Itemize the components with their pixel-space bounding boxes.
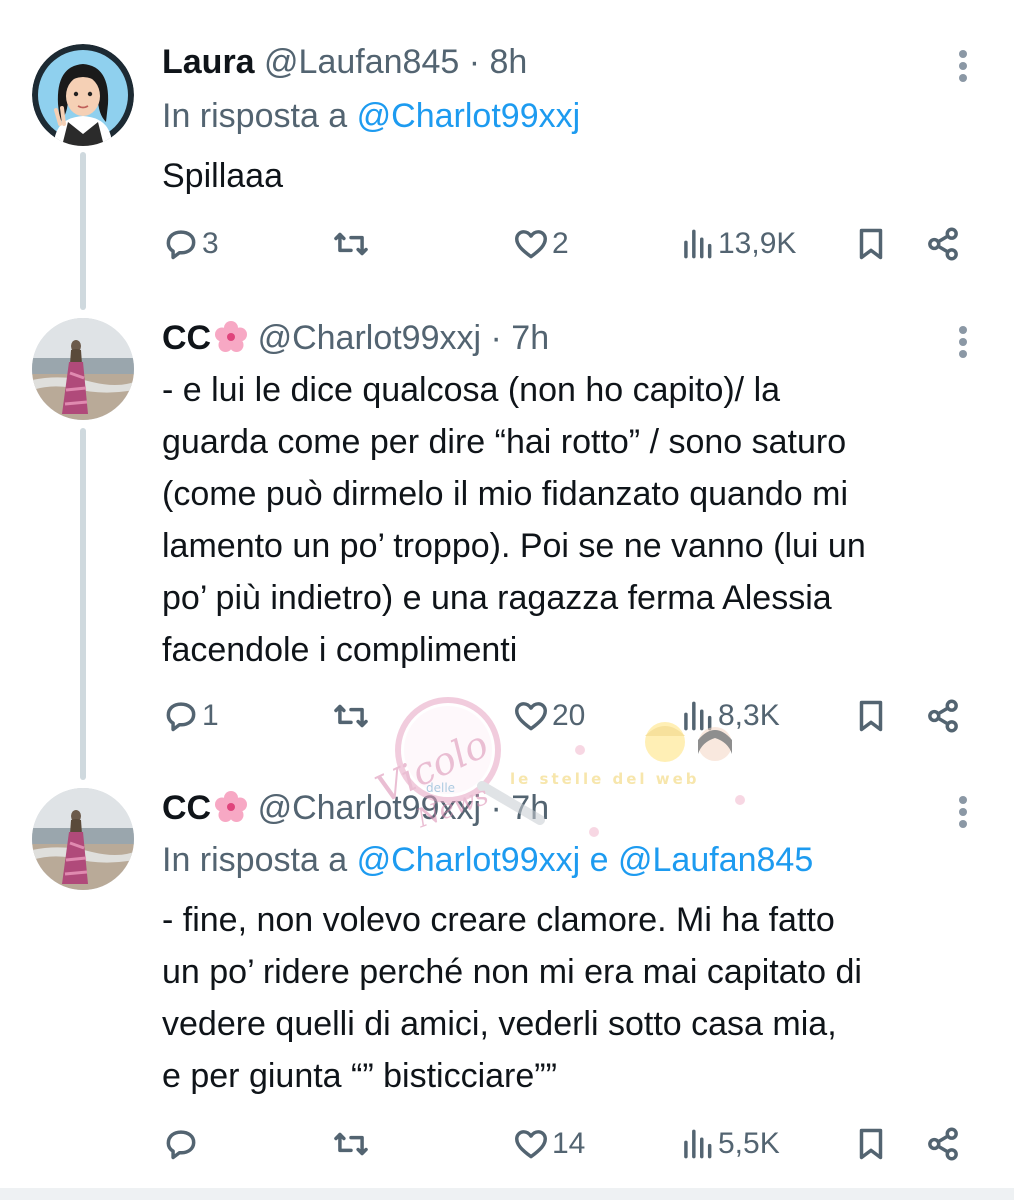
bookmark-icon [859,1128,883,1160]
tweet-header: CC @Charlot99xxj · 7h [162,318,934,358]
reply-context: In risposta a @Charlot99xxj e @Laufan845 [162,840,813,880]
retweet-icon [334,1132,368,1156]
reply-button[interactable]: 3 [162,222,219,266]
display-name[interactable]: CC [162,319,211,357]
tweet-actions: 3 2 13,9K [0,222,1014,266]
text-line: - fine, non volevo creare clamore. Mi ha… [162,901,835,939]
like-button[interactable]: 20 [512,694,585,738]
views-icon [684,701,712,731]
retweet-button[interactable] [332,1122,372,1166]
like-count: 14 [552,1127,586,1160]
reply-icon [166,1130,196,1160]
timestamp[interactable]: · 7h [491,789,550,827]
reply-context: In risposta a @Charlot99xxj [162,96,580,136]
text-line: po’ più indietro) e una ragazza ferma Al… [162,579,832,617]
tweet-actions: 14 5,5K [0,1122,1014,1166]
text-line: (come può dirmelo il mio fidanzato quand… [162,475,849,513]
flower-icon [215,321,248,352]
share-button[interactable] [924,222,962,266]
avatar[interactable] [32,44,134,146]
bookmark-button[interactable] [852,222,890,266]
retweet-icon [334,704,368,728]
timestamp[interactable]: · 8h [469,43,528,81]
like-count: 2 [552,227,569,260]
display-name[interactable]: Laura [162,43,255,81]
more-icon[interactable] [956,322,970,362]
share-button[interactable] [924,1122,962,1166]
text-line: guarda come per dire “hai rotto” / sono … [162,423,847,461]
reply-and: e [589,841,609,879]
bookmark-icon [859,700,883,732]
tweet-actions: 1 20 8,3K [0,694,1014,738]
retweet-button[interactable] [332,694,372,738]
reply-button[interactable] [162,1122,202,1166]
display-name[interactable]: CC [162,789,211,827]
like-button[interactable]: 2 [512,222,569,266]
views-button[interactable]: 5,5K [678,1122,780,1166]
tweet-text: - fine, non volevo creare clamore. Mi ha… [162,894,992,1102]
retweet-button[interactable] [332,222,372,266]
views-count: 13,9K [718,227,797,260]
reply-prefix: In risposta a [162,97,348,135]
share-button[interactable] [924,694,962,738]
text-line: lamento un po’ troppo). Poi se ne vanno … [162,527,866,565]
bookmark-icon [859,228,883,260]
mention-link[interactable]: @Laufan845 [618,841,813,879]
bottom-divider [0,1188,1014,1200]
text-line: vedere quelli di amici, vederli sotto ca… [162,1005,837,1043]
views-icon [684,229,712,259]
mention-link[interactable]: @Charlot99xxj [357,841,581,879]
like-icon [515,702,547,731]
reply-icon [166,702,196,732]
reply-prefix: In risposta a [162,841,348,879]
tweet-header: Laura @Laufan845 · 8h [162,42,934,82]
tweet-text: - e lui le dice qualcosa (non ho capito)… [162,364,992,676]
avatar[interactable] [32,788,134,890]
user-handle[interactable]: @Charlot99xxj [258,319,482,357]
text-line: un po’ ridere perché non mi era mai capi… [162,953,862,991]
timestamp[interactable]: · 7h [491,319,550,357]
like-count: 20 [552,699,586,732]
tweet-header: CC @Charlot99xxj · 7h [162,788,934,828]
like-icon [515,230,547,259]
tweet-text: Spillaaa [162,157,283,195]
reply-count: 1 [202,699,219,732]
more-icon[interactable] [956,46,970,86]
text-line: - e lui le dice qualcosa (non ho capito)… [162,371,781,409]
bookmark-button[interactable] [852,694,890,738]
views-count: 5,5K [718,1127,780,1160]
views-icon [684,1129,712,1159]
text-line: facendole i complimenti [162,631,518,669]
reply-icon [166,230,196,260]
flower-icon [215,791,248,822]
reply-count: 3 [202,227,219,260]
views-button[interactable]: 8,3K [678,694,780,738]
views-button[interactable]: 13,9K [678,222,796,266]
retweet-icon [334,232,368,256]
text-line: e per giunta “” bisticciare”” [162,1057,557,1095]
user-handle[interactable]: @Laufan845 [264,43,459,81]
like-button[interactable]: 14 [512,1122,585,1166]
mention-link[interactable]: @Charlot99xxj [357,97,581,135]
views-count: 8,3K [718,699,780,732]
share-icon [928,1127,958,1161]
share-icon [928,227,958,261]
share-icon [928,699,958,733]
reply-button[interactable]: 1 [162,694,219,738]
user-handle[interactable]: @Charlot99xxj [258,789,482,827]
avatar[interactable] [32,318,134,420]
bookmark-button[interactable] [852,1122,890,1166]
like-icon [515,1130,547,1159]
more-icon[interactable] [956,792,970,832]
